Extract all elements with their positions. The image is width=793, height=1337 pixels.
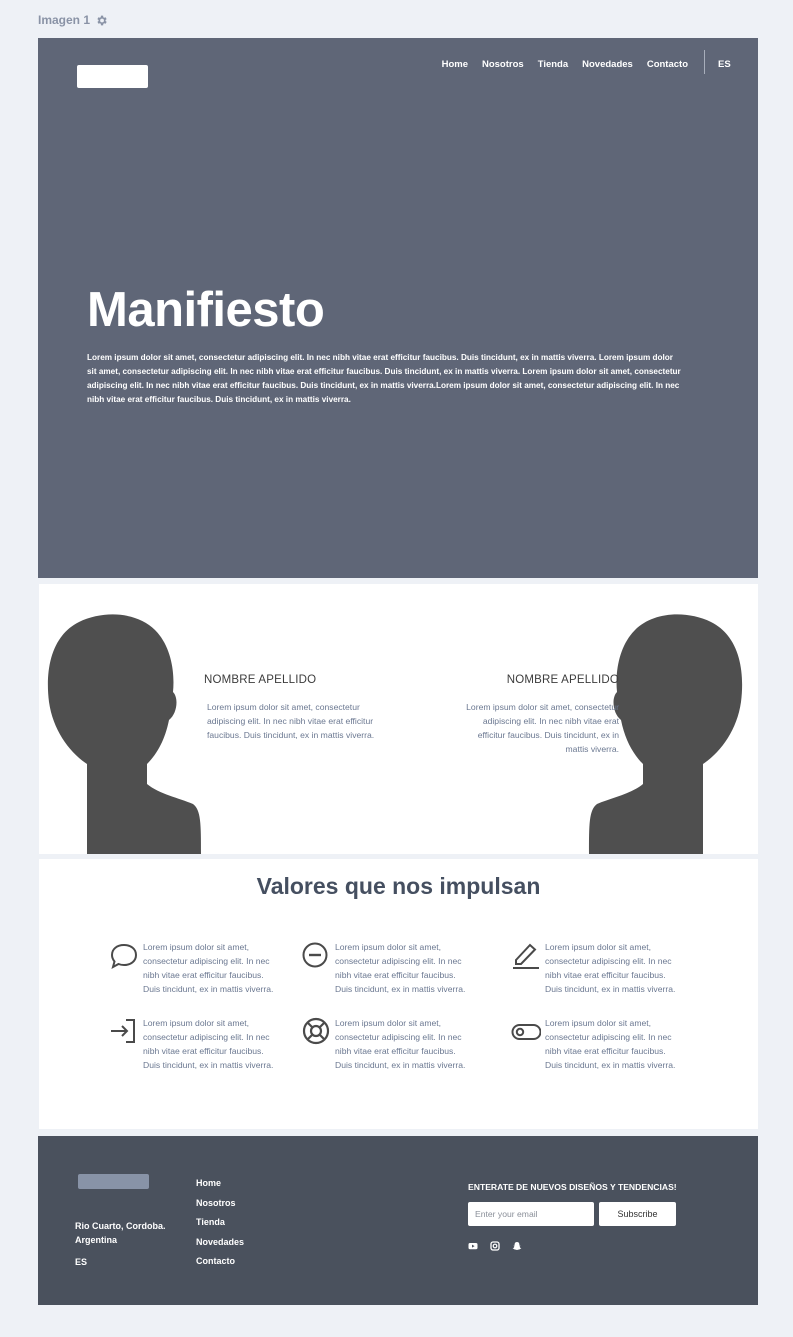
newsletter-title: ENTERATE DE NUEVOS DISEÑOS Y TENDENCIAS! <box>468 1182 677 1192</box>
minus-circle-icon <box>302 942 328 968</box>
values-title: Valores que nos impulsan <box>256 873 541 899</box>
instagram-icon[interactable] <box>490 1241 500 1251</box>
email-field[interactable] <box>468 1202 594 1226</box>
footer: Rio Cuarto, Cordoba. Argentina ES Home N… <box>38 1136 758 1305</box>
footer-language-selector[interactable]: ES <box>75 1257 87 1267</box>
footer-link-home[interactable]: Home <box>196 1178 244 1198</box>
address-line: Rio Cuarto, Cordoba. <box>75 1221 166 1231</box>
language-selector[interactable]: ES <box>718 59 731 70</box>
value-text: Lorem ipsum dolor sit amet, consectetur … <box>545 1018 676 1070</box>
footer-nav: Home Nosotros Tienda Novedades Contacto <box>196 1178 244 1276</box>
value-item: Lorem ipsum dolor sit amet, consectetur … <box>511 940 681 996</box>
person-silhouette-icon <box>47 614 202 854</box>
hero-title: Manifiesto <box>87 283 325 337</box>
nav-item-nosotros[interactable]: Nosotros <box>482 59 524 70</box>
nav-item-novedades[interactable]: Novedades <box>582 59 633 70</box>
value-item: Lorem ipsum dolor sit amet, consectetur … <box>109 1016 279 1072</box>
member-name: NOMBRE APELLIDO <box>506 674 619 686</box>
value-text: Lorem ipsum dolor sit amet, consectetur … <box>335 942 466 994</box>
value-text: Lorem ipsum dolor sit amet, consectetur … <box>143 942 274 994</box>
frame-label-text: Imagen 1 <box>38 13 91 27</box>
nav-item-home[interactable]: Home <box>442 59 468 70</box>
address-line: Argentina <box>75 1235 118 1245</box>
pencil-icon <box>513 943 539 969</box>
member-bio: Lorem ipsum dolor sit amet, consectetur … <box>207 702 375 740</box>
value-item: Lorem ipsum dolor sit amet, consectetur … <box>109 940 279 996</box>
values-section: Valores que nos impulsan Lorem ipsum dol… <box>39 859 758 1129</box>
member-name: NOMBRE APELLIDO <box>204 674 317 686</box>
sign-in-icon <box>111 1019 135 1043</box>
youtube-icon[interactable] <box>468 1241 478 1251</box>
footer-link-nosotros[interactable]: Nosotros <box>196 1198 244 1218</box>
hero-text: Lorem ipsum dolor sit amet, consectetur … <box>87 353 681 404</box>
frame-label: Imagen 1 <box>38 13 108 27</box>
subscribe-button[interactable]: Subscribe <box>599 1202 676 1226</box>
value-text: Lorem ipsum dolor sit amet, consectetur … <box>545 942 676 994</box>
footer-link-contacto[interactable]: Contacto <box>196 1256 244 1276</box>
gear-icon[interactable] <box>95 14 108 27</box>
footer-link-tienda[interactable]: Tienda <box>196 1217 244 1237</box>
team-member-card: NOMBRE APELLIDO Lorem ipsum dolor sit am… <box>459 674 639 756</box>
snapchat-icon[interactable] <box>512 1241 522 1251</box>
value-item: Lorem ipsum dolor sit amet, consectetur … <box>301 1016 471 1072</box>
footer-logo[interactable] <box>78 1174 149 1189</box>
logo[interactable] <box>77 65 148 88</box>
chat-bubble-icon <box>110 943 138 970</box>
footer-address: Rio Cuarto, Cordoba. Argentina <box>75 1219 166 1247</box>
nav-item-contacto[interactable]: Contacto <box>647 59 688 70</box>
value-text: Lorem ipsum dolor sit amet, consectetur … <box>335 1018 466 1070</box>
toggle-icon <box>511 1024 541 1040</box>
social-links <box>468 1241 522 1251</box>
team-member-card: NOMBRE APELLIDO Lorem ipsum dolor sit am… <box>204 674 384 742</box>
main-nav: Home Nosotros Tienda Novedades Contacto <box>442 59 688 70</box>
value-item: Lorem ipsum dolor sit amet, consectetur … <box>301 940 471 996</box>
life-ring-icon <box>302 1017 330 1045</box>
hero-section: Home Nosotros Tienda Novedades Contacto … <box>38 38 758 578</box>
value-text: Lorem ipsum dolor sit amet, consectetur … <box>143 1018 274 1070</box>
member-bio: Lorem ipsum dolor sit amet, consectetur … <box>466 702 619 754</box>
team-section: NOMBRE APELLIDO Lorem ipsum dolor sit am… <box>39 584 758 854</box>
footer-link-novedades[interactable]: Novedades <box>196 1237 244 1257</box>
value-item: Lorem ipsum dolor sit amet, consectetur … <box>511 1016 681 1072</box>
nav-item-tienda[interactable]: Tienda <box>538 59 568 70</box>
nav-divider <box>704 50 705 74</box>
